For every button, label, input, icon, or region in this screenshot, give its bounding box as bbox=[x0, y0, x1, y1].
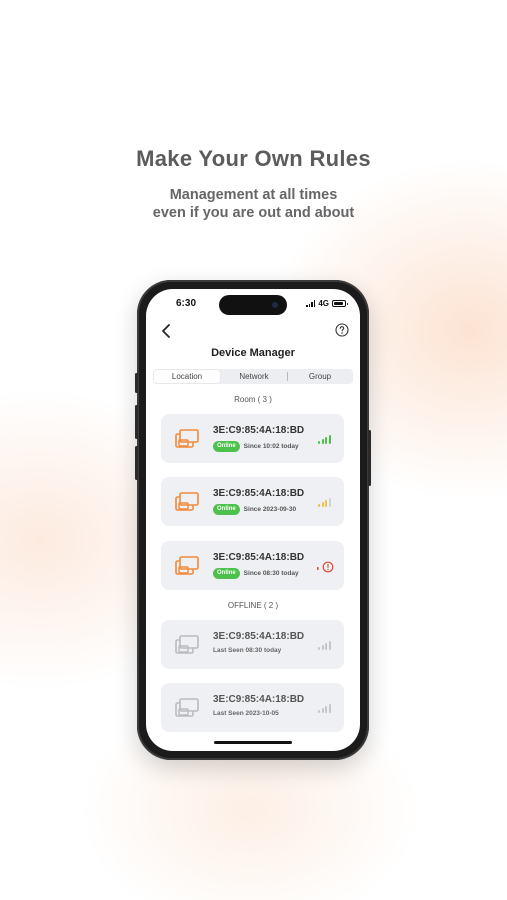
tab-bar: Location Network Group bbox=[153, 369, 353, 384]
phone-volume-down-button bbox=[135, 446, 138, 480]
signal-medium-icon bbox=[318, 497, 332, 507]
device-meta: Last Seen 08:30 today bbox=[213, 647, 281, 654]
signal-strong-icon bbox=[318, 434, 332, 444]
device-meta: Online Since 08:30 today bbox=[213, 568, 299, 579]
status-badge: Online bbox=[213, 568, 240, 579]
device-mac: 3E:C9:85:4A:18:BD bbox=[213, 631, 305, 642]
signal-none-icon bbox=[318, 703, 332, 713]
signal-alert-icon bbox=[317, 561, 334, 573]
app-screen: 6:30 4G Device Manager Location Network … bbox=[146, 289, 360, 751]
home-indicator[interactable] bbox=[214, 741, 292, 744]
device-mac: 3E:C9:85:4A:18:BD bbox=[213, 425, 305, 436]
camera-icon bbox=[272, 302, 278, 308]
phone-action-button bbox=[135, 373, 138, 393]
promo-subtitle-line1: Management at all times bbox=[169, 187, 338, 203]
status-badge: Online bbox=[213, 504, 240, 515]
device-icon bbox=[175, 635, 199, 654]
network-type: 4G bbox=[318, 299, 329, 308]
device-card[interactable]: 3E:C9:85:4A:18:BD Online Since 2023-09-3… bbox=[161, 477, 344, 526]
phone-volume-up-button bbox=[135, 405, 138, 439]
device-card[interactable]: 3E:C9:85:4A:18:BD Last Seen 08:30 today bbox=[161, 620, 344, 669]
tab-network[interactable]: Network bbox=[221, 369, 287, 384]
tab-group[interactable]: Group bbox=[287, 369, 353, 384]
device-icon bbox=[175, 556, 199, 575]
section-label-room: Room ( 3 ) bbox=[234, 395, 272, 404]
signal-none-icon bbox=[318, 640, 332, 650]
tab-location[interactable]: Location bbox=[154, 370, 220, 383]
phone-power-button bbox=[368, 430, 371, 486]
device-since: Since 10:02 today bbox=[243, 443, 299, 450]
device-since: Since 2023-09-30 bbox=[243, 506, 297, 513]
status-time: 6:30 bbox=[176, 298, 197, 309]
device-card[interactable]: 3E:C9:85:4A:18:BD Online Since 10:02 tod… bbox=[161, 414, 344, 463]
question-circle-icon[interactable] bbox=[335, 323, 349, 337]
device-meta: Online Since 10:02 today bbox=[213, 441, 299, 452]
cellular-signal-icon bbox=[306, 300, 316, 307]
page-title: Device Manager bbox=[211, 347, 295, 359]
device-meta: Last Seen 2023-10-05 bbox=[213, 710, 279, 717]
device-icon bbox=[175, 698, 199, 717]
device-icon bbox=[175, 492, 199, 511]
status-badge: Online bbox=[213, 441, 240, 452]
promo-title: Make Your Own Rules bbox=[136, 146, 371, 171]
device-mac: 3E:C9:85:4A:18:BD bbox=[213, 694, 305, 705]
device-icon bbox=[175, 429, 199, 448]
status-indicators: 4G bbox=[306, 299, 348, 308]
chevron-left-icon[interactable] bbox=[158, 322, 176, 340]
device-last-seen: Last Seen 2023-10-05 bbox=[213, 710, 279, 717]
battery-icon bbox=[332, 300, 348, 307]
promo-subtitle: Management at all times even if you are … bbox=[0, 186, 507, 222]
device-since: Since 08:30 today bbox=[243, 570, 299, 577]
dynamic-island bbox=[219, 295, 287, 315]
section-label-offline: OFFLINE ( 2 ) bbox=[227, 601, 279, 610]
device-meta: Online Since 2023-09-30 bbox=[213, 504, 296, 515]
device-last-seen: Last Seen 08:30 today bbox=[213, 647, 282, 654]
phone-frame: 6:30 4G Device Manager Location Network … bbox=[135, 280, 371, 760]
device-card[interactable]: 3E:C9:85:4A:18:BD Last Seen 2023-10-05 bbox=[161, 683, 344, 732]
device-card[interactable]: 3E:C9:85:4A:18:BD Online Since 08:30 tod… bbox=[161, 541, 344, 590]
device-mac: 3E:C9:85:4A:18:BD bbox=[213, 552, 305, 563]
promo-subtitle-line2: even if you are out and about bbox=[152, 205, 355, 221]
device-mac: 3E:C9:85:4A:18:BD bbox=[213, 488, 305, 499]
